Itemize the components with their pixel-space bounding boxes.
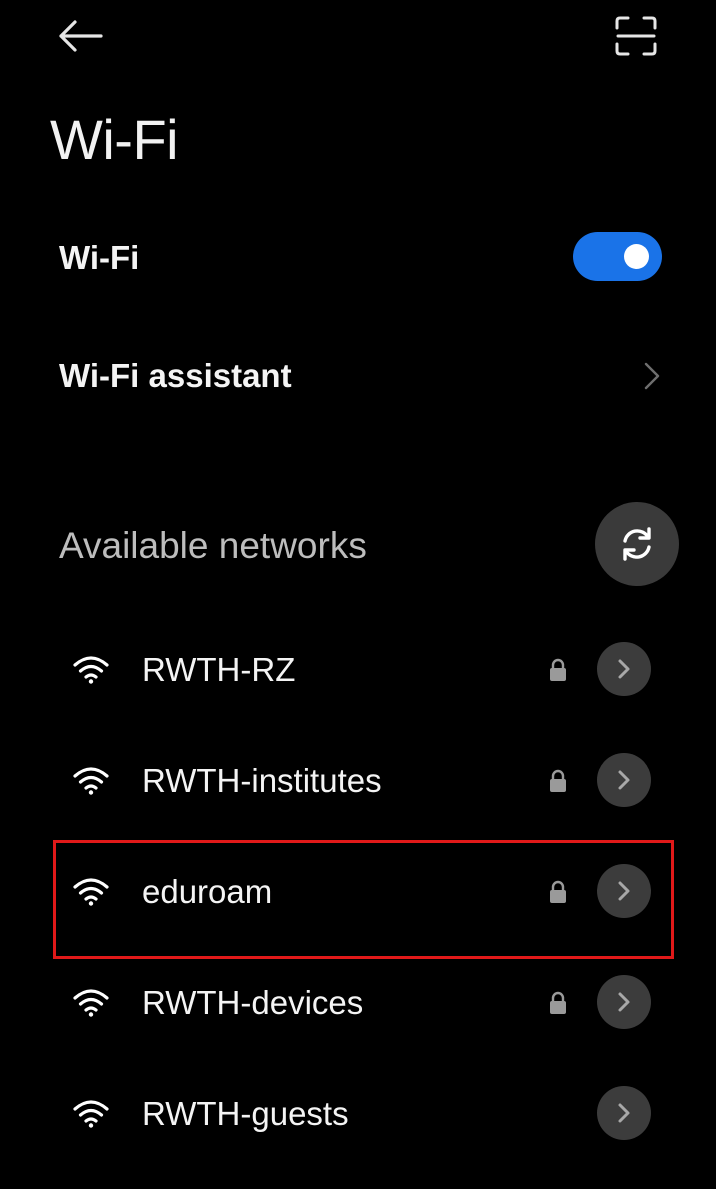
network-row[interactable]: RWTH-guests	[0, 1058, 716, 1169]
page-title: Wi-Fi	[50, 108, 179, 171]
chevron-right-icon	[618, 881, 630, 901]
network-row[interactable]: RWTH-institutes	[0, 725, 716, 836]
wifi-assistant-row[interactable]: Wi-Fi assistant	[0, 338, 716, 412]
wifi-label: Wi-Fi	[59, 239, 140, 276]
network-row[interactable]: RWTH-devices	[0, 947, 716, 1058]
refresh-icon	[623, 527, 651, 561]
network-name: RWTH-guests	[142, 1095, 349, 1132]
network-row[interactable]: RWTH-RZ	[0, 614, 716, 725]
network-name: RWTH-devices	[142, 984, 364, 1021]
network-row[interactable]: eduroam	[0, 836, 716, 947]
back-button[interactable]	[52, 12, 108, 60]
wifi-assistant-label: Wi-Fi assistant	[59, 357, 292, 394]
scan-button[interactable]	[608, 10, 664, 62]
network-details-button[interactable]	[597, 864, 651, 918]
chevron-right-icon	[618, 659, 630, 679]
wifi-signal-icon	[73, 878, 109, 906]
wifi-signal-icon	[73, 1100, 109, 1128]
lock-icon	[550, 991, 566, 1014]
lock-icon	[550, 769, 566, 792]
scan-frame-icon	[615, 16, 657, 56]
network-name: eduroam	[142, 873, 273, 910]
arrow-left-icon	[59, 20, 103, 52]
chevron-right-icon	[618, 770, 630, 790]
chevron-right-icon	[618, 992, 630, 1012]
wifi-signal-icon	[73, 989, 109, 1017]
lock-icon	[550, 658, 566, 681]
wifi-signal-icon	[73, 767, 109, 795]
network-name: RWTH-RZ	[142, 651, 296, 688]
network-details-button[interactable]	[597, 1086, 651, 1140]
toggle-knob	[624, 244, 649, 269]
refresh-button[interactable]	[595, 502, 679, 586]
network-details-button[interactable]	[597, 753, 651, 807]
wifi-toggle[interactable]	[573, 232, 662, 281]
network-details-button[interactable]	[597, 642, 651, 696]
chevron-right-icon	[644, 362, 660, 390]
chevron-right-icon	[618, 1103, 630, 1123]
network-name: RWTH-institutes	[142, 762, 382, 799]
network-details-button[interactable]	[597, 975, 651, 1029]
lock-icon	[550, 880, 566, 903]
available-networks-heading: Available networks	[59, 525, 367, 566]
wifi-signal-icon	[73, 656, 109, 684]
